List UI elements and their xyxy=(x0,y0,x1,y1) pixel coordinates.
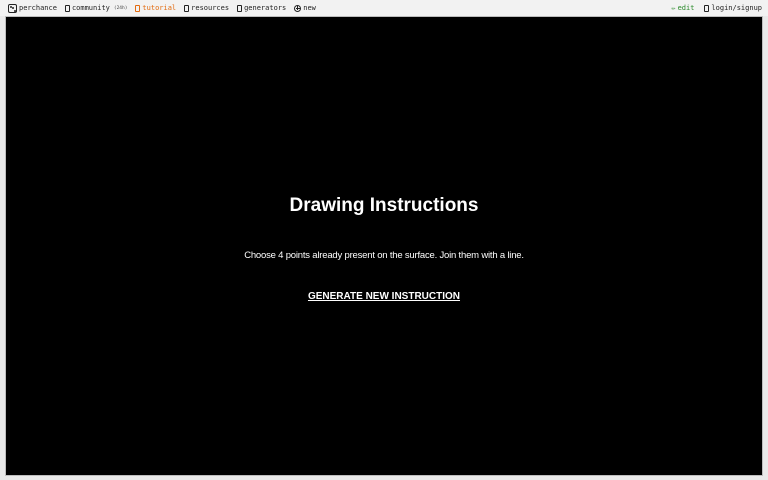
community-badge: (24h) xyxy=(113,5,128,11)
nav-community-label: community xyxy=(71,4,110,12)
login-signup-button[interactable]: login/signup xyxy=(704,4,762,12)
nav-resources-label: resources xyxy=(191,4,230,12)
grid-icon xyxy=(237,4,243,12)
generator-content: Drawing Instructions Choose 4 points alr… xyxy=(6,17,762,475)
nav-right: ✏ edit login/signup xyxy=(661,4,762,12)
generate-new-instruction-button[interactable]: GENERATE NEW INSTRUCTION xyxy=(6,291,762,302)
user-icon xyxy=(704,4,710,12)
book-icon xyxy=(184,4,190,12)
book-icon xyxy=(135,4,141,12)
nav-tutorial[interactable]: tutorial xyxy=(135,4,176,12)
nav-community[interactable]: community (24h) xyxy=(64,4,128,12)
nav-perchance-label: perchance xyxy=(19,4,57,12)
chat-icon xyxy=(64,4,70,12)
nav-resources[interactable]: resources xyxy=(184,4,229,12)
nav-generators-label: generators xyxy=(244,4,287,12)
nav-new[interactable]: new xyxy=(294,4,316,12)
nav-tutorial-label: tutorial xyxy=(142,4,177,12)
plus-circle-icon xyxy=(294,4,302,12)
generator-output-frame: Drawing Instructions Choose 4 points alr… xyxy=(5,16,763,476)
instruction-text: Choose 4 points already present on the s… xyxy=(244,250,524,261)
dice-icon xyxy=(8,3,17,13)
nav-new-label: new xyxy=(303,4,316,12)
login-signup-label: login/signup xyxy=(711,4,762,12)
pencil-icon: ✏ xyxy=(671,4,676,12)
edit-label: edit xyxy=(677,4,695,12)
nav-perchance[interactable]: perchance xyxy=(8,3,57,13)
page-title: Drawing Instructions xyxy=(289,195,479,216)
nav-generators[interactable]: generators xyxy=(237,4,286,12)
top-nav-bar: perchance community (24h) tutorial resou… xyxy=(0,0,768,16)
edit-button[interactable]: ✏ edit xyxy=(671,4,694,12)
nav-left: perchance community (24h) tutorial resou… xyxy=(8,3,324,13)
